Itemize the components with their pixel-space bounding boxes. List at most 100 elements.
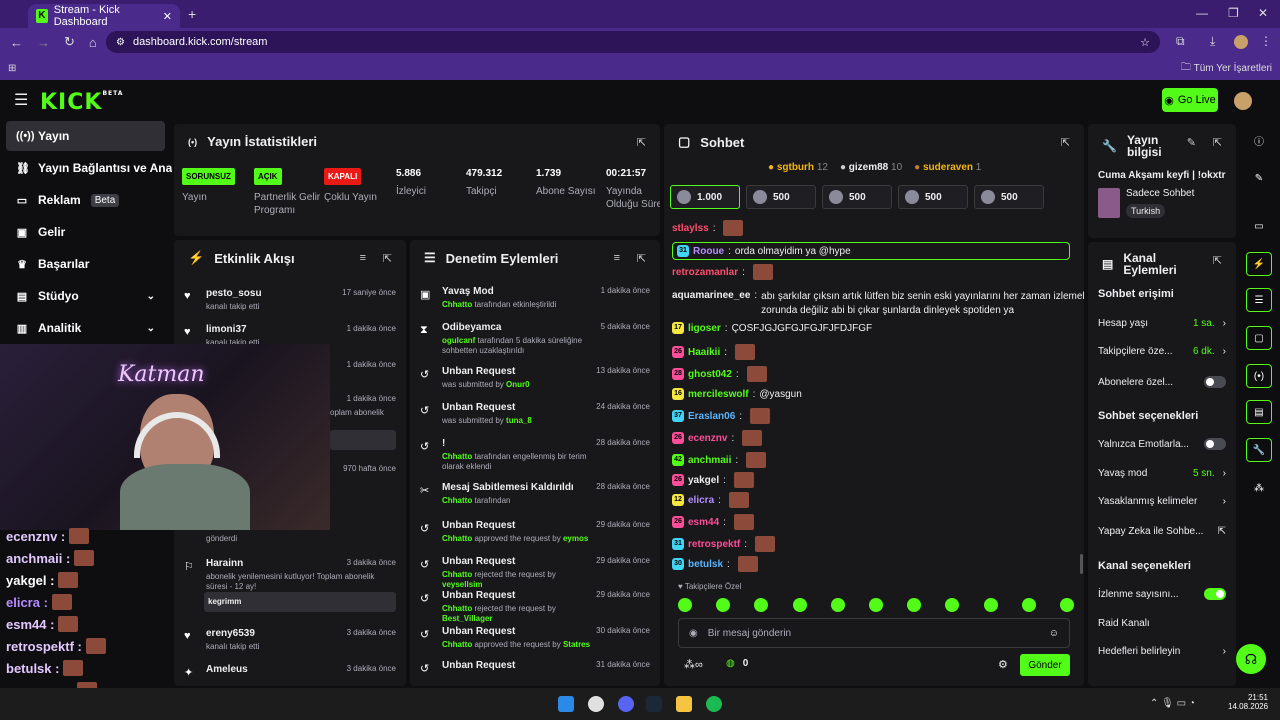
activity-user[interactable]: pesto_sosu [206, 288, 262, 299]
ai-chat-row[interactable]: Yapay Zeka ile Sohbe... ⇱ [1098, 526, 1226, 537]
toolbox-icon[interactable]: ▤ [1246, 400, 1272, 424]
popout-icon[interactable]: ⇱ [1213, 254, 1222, 267]
target-user[interactable]: eymos [563, 534, 588, 543]
popout-icon[interactable]: ⇱ [1213, 136, 1222, 149]
extensions-icon[interactable]: ⧉ [1176, 34, 1185, 49]
gifter[interactable]: ● sgtburh 12 [768, 162, 828, 173]
moderator-name[interactable]: ogulcanf [442, 336, 475, 345]
emote-only-toggle[interactable] [1204, 438, 1226, 450]
chat-username[interactable]: ecenznv [688, 433, 727, 444]
home-icon[interactable]: ⌂ [89, 35, 97, 50]
gift-leaderboard-pill[interactable]: 1.000 [670, 185, 740, 209]
popout-icon[interactable]: ⇱ [637, 136, 646, 149]
chat-username[interactable]: aquamarinee_ee [672, 290, 750, 301]
subs-only-toggle[interactable] [1204, 376, 1226, 388]
list-icon[interactable]: ☰ [1246, 288, 1272, 312]
category-thumbnail[interactable] [1098, 188, 1120, 218]
forward-icon[interactable]: → [37, 35, 50, 50]
send-button[interactable]: Gönder [1020, 654, 1070, 676]
quick-emote-icon[interactable] [868, 598, 883, 612]
nav-item-stream-key[interactable]: ⛓ Yayın Bağlantısı ve Anahtarı [6, 153, 172, 183]
nav-item-studio[interactable]: ▤ Stüdyo ⌄ [6, 281, 165, 311]
menu-icon[interactable]: ⋮ [1260, 34, 1272, 48]
viewcount-toggle[interactable] [1204, 588, 1226, 600]
nav-item-analytics[interactable]: ▥ Analitik ⌄ [6, 313, 165, 343]
gifter[interactable]: ● gizem88 10 [840, 162, 902, 173]
quick-emote-icon[interactable] [945, 598, 960, 612]
chat-username[interactable]: mercileswolf [688, 389, 749, 400]
slow-mode-row[interactable]: Yavaş mod 5 sn. › [1098, 468, 1226, 479]
activity-user[interactable]: Harainn [206, 558, 243, 569]
banned-words-row[interactable]: Yasaklanmış kelimeler › [1098, 496, 1226, 507]
hamburger-icon[interactable]: ☰ [14, 90, 28, 110]
chat-input[interactable]: ◉ Bir mesaj gönderin ☺ [678, 618, 1070, 648]
chat-username[interactable]: ghost042 [688, 369, 732, 380]
activity-user[interactable]: Ameleus [206, 664, 248, 675]
target-user[interactable]: tuna_8 [506, 416, 532, 425]
new-tab-icon[interactable]: + [188, 6, 196, 22]
file-explorer-icon[interactable] [676, 696, 692, 712]
back-icon[interactable]: ← [10, 35, 23, 50]
quick-emote-icon[interactable] [716, 598, 731, 612]
go-live-button[interactable]: ◉ Go Live [1162, 88, 1218, 112]
profile-avatar[interactable] [1234, 35, 1248, 49]
maximize-icon[interactable]: ❐ [1228, 6, 1239, 20]
raid-row[interactable]: Raid Kanalı [1098, 618, 1226, 629]
chat-username[interactable]: esm44 [688, 517, 719, 528]
steam-icon[interactable] [646, 696, 662, 712]
gifter[interactable]: ● suderaven 1 [914, 162, 981, 173]
moderator-name[interactable]: Chhatto [442, 496, 472, 505]
nav-item-ads[interactable]: ▭ Reklam Beta [6, 185, 165, 215]
gift-leaderboard-pill[interactable]: 500 [974, 185, 1044, 209]
monitor-icon[interactable]: ▭ [1246, 214, 1272, 238]
followers-only-row[interactable]: Takipçilere öze... 6 dk. › [1098, 346, 1226, 357]
support-headset-icon[interactable]: ☊ [1236, 644, 1266, 674]
bookmarks-label[interactable]: Tüm Yer İşaretleri [1194, 63, 1272, 74]
chat-username[interactable]: retrospektf [688, 539, 740, 550]
quick-emote-icon[interactable] [907, 598, 922, 612]
widgets-icon[interactable]: ⁂ [1246, 476, 1272, 500]
chat-scrollbar[interactable] [1080, 554, 1083, 574]
target-user[interactable]: Statres [563, 640, 590, 649]
chat-username[interactable]: Rooue [693, 246, 724, 257]
moderator-name[interactable]: Chhatto [442, 300, 472, 309]
gift-leaderboard-pill[interactable]: 500 [822, 185, 892, 209]
start-icon[interactable] [558, 696, 574, 712]
popout-icon[interactable]: ⇱ [383, 252, 392, 265]
quick-emote-icon[interactable] [830, 598, 845, 612]
filter-icon[interactable]: ≡ [360, 252, 366, 264]
discord-icon[interactable] [618, 696, 634, 712]
chat-username[interactable]: yakgel [688, 475, 719, 486]
chat-username[interactable]: stlaylss [672, 223, 709, 234]
apps-icon[interactable]: ⊞ [8, 63, 16, 74]
reload-icon[interactable]: ↻ [64, 34, 75, 50]
activity-user[interactable]: limoni37 [206, 324, 247, 335]
browser-tab[interactable]: K Stream - Kick Dashboard ✕ [28, 4, 180, 28]
popout-icon[interactable]: ⇱ [1061, 136, 1070, 149]
nav-item-achievements[interactable]: ♛ Başarılar [6, 249, 165, 279]
activity-user[interactable]: ereny6539 [206, 628, 255, 639]
close-window-icon[interactable]: ✕ [1258, 6, 1268, 20]
moderator-name[interactable]: Chhatto [442, 452, 472, 461]
chrome-icon[interactable] [588, 696, 604, 712]
chat-username[interactable]: Eraslan06 [688, 411, 735, 422]
chat-username[interactable]: elicra [688, 495, 714, 506]
site-info-icon[interactable]: ⚙ [116, 37, 125, 48]
clock[interactable]: 21:51 14.08.2026 [1228, 693, 1268, 711]
quick-emote-icon[interactable] [983, 598, 998, 612]
quick-emote-icon[interactable] [754, 598, 769, 612]
nav-item-stream[interactable]: ((•)) Yayın [6, 121, 165, 151]
quick-emote-icon[interactable] [792, 598, 807, 612]
spotify-icon[interactable] [706, 696, 722, 712]
quick-emote-icon[interactable] [678, 598, 692, 612]
close-tab-icon[interactable]: ✕ [163, 10, 172, 23]
category-name[interactable]: Sadece Sohbet [1126, 188, 1194, 199]
account-age-row[interactable]: Hesap yaşı 1 sa. › [1098, 318, 1226, 329]
chat-username[interactable]: betulsk [688, 559, 723, 570]
info-icon[interactable]: ⓘ [1246, 128, 1272, 152]
moderator-name[interactable]: Chhatto [442, 604, 472, 613]
wrench-icon[interactable]: 🔧 [1246, 438, 1272, 462]
emote-picker-icon[interactable]: ⁂∞ [684, 658, 703, 671]
minimize-icon[interactable]: — [1196, 6, 1208, 20]
filter-icon[interactable]: ≡ [614, 252, 620, 264]
